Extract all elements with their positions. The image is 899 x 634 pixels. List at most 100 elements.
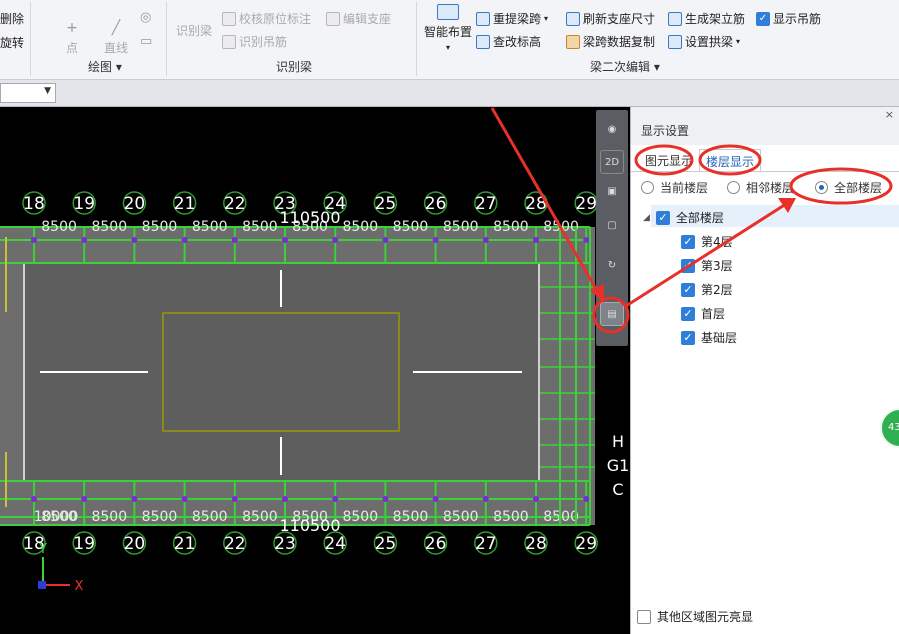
checkbox-checked-icon[interactable]: ✓ (681, 258, 695, 273)
drawing-canvas[interactable]: 18 18 8500 8500 19 19 8500 8500 20 20 8500 8500 21 21… (0, 107, 630, 634)
column-node (583, 237, 590, 243)
left-dimension: 10000 (34, 509, 79, 525)
checkbox-checked-icon[interactable]: ✓ (681, 330, 695, 345)
circle-button[interactable]: ◎ (140, 10, 151, 25)
column-node (432, 496, 439, 502)
rotate-button[interactable]: 旋转 (0, 34, 24, 51)
segment-dimension-bottom: 8500 (443, 509, 479, 525)
segment-dimension-top: 8500 (393, 219, 429, 235)
side-axis-text: C (612, 480, 623, 499)
tree-item-floor3[interactable]: ✓ 第3层 (681, 257, 733, 274)
view-toolbar: ◉ 2D ▣ ▢ ↻ ▤ (596, 110, 628, 346)
check-elevation-button[interactable]: 查改标高 (476, 33, 541, 50)
refresh-support-button[interactable]: 刷新支座尺寸 (566, 10, 655, 27)
axis-label-top: 28 (525, 194, 547, 214)
column-node (181, 496, 188, 502)
radio-current-floor[interactable]: 当前楼层 (641, 179, 708, 196)
tab-element-display[interactable]: 图元显示 (639, 149, 699, 171)
column-node (231, 237, 238, 243)
display-settings-panel: 显示设置 × 图元显示 楼层显示 当前楼层 相邻楼层 全部楼层 ◢ ✓ 全部楼层… (630, 107, 899, 634)
delete-button[interactable]: 删除 (0, 10, 24, 27)
view-cube-icon[interactable]: ▢ (600, 214, 624, 238)
tree-root[interactable]: ◢ ✓ 全部楼层 (643, 209, 724, 226)
panel-title: 显示设置 (641, 124, 690, 138)
tree-item-foundation[interactable]: ✓ 基础层 (681, 329, 737, 346)
line-button[interactable]: ╱ 直线 (104, 20, 128, 56)
close-icon[interactable]: × (885, 108, 894, 121)
side-axis-text: H (612, 432, 624, 451)
radio-selected-icon (815, 181, 828, 194)
radio-all-floors[interactable]: 全部楼层 (815, 179, 882, 196)
span-icon (476, 11, 490, 26)
checkbox-checked-icon[interactable]: ✓ (681, 282, 695, 297)
ribbon-separator (166, 2, 167, 76)
segment-dimension-bottom: 8500 (91, 509, 127, 525)
segment-dimension-bottom: 8500 (192, 509, 228, 525)
axis-label-top: 21 (174, 194, 196, 214)
copy-icon (566, 34, 580, 49)
point-button[interactable]: + 点 (66, 20, 78, 56)
property-bar: ▼ (0, 80, 899, 107)
column-node (282, 237, 288, 243)
column-node (81, 496, 88, 502)
floor-display-button[interactable]: ▤ (600, 302, 624, 326)
recognize-beam-label: 识别梁 (176, 24, 213, 38)
expand-icon[interactable]: ◢ (643, 213, 650, 223)
column-node (81, 237, 88, 243)
checkbox-checked-icon: ✓ (756, 11, 770, 26)
x-axis-label: X (75, 579, 84, 594)
set-arch-button[interactable]: 设置拱梁 ▾ (668, 33, 740, 50)
floor-combo[interactable]: ▼ (0, 83, 56, 103)
ribbon-toolbar: 删除 旋转 + 点 ╱ 直线 ◎ ▭ 绘图 ▾ 识别梁 校核原位标注 编辑支座 … (0, 0, 899, 80)
generate-stirrup-button[interactable]: 生成架立筋 (668, 10, 745, 27)
rect-button[interactable]: ▭ (140, 34, 152, 49)
radio-adjacent-floor[interactable]: 相邻楼层 (727, 179, 794, 196)
hanger-icon (222, 34, 236, 49)
checkbox-checked-icon[interactable]: ✓ (681, 306, 695, 321)
bottom-dimension: 110500 (279, 516, 340, 535)
checkbox-checked-icon[interactable]: ✓ (655, 210, 670, 225)
axis-label-bottom: 26 (425, 534, 447, 554)
other-area-highlight-checkbox[interactable]: 其他区域图元亮显 (637, 608, 753, 625)
column-node (533, 496, 539, 502)
column-node (31, 496, 37, 502)
re-extract-span-button[interactable]: 重提梁跨 ▾ (476, 10, 548, 27)
recognize-hanger-button[interactable]: 识别吊筋 (222, 33, 287, 50)
check-origin-button[interactable]: 校核原位标注 (222, 10, 311, 27)
axis-label-bottom: 19 (73, 534, 95, 554)
orbit-icon[interactable]: ◉ (600, 118, 624, 142)
edit-icon (326, 11, 340, 26)
3d-view-icon[interactable]: ▣ (600, 180, 624, 204)
span-copy-button[interactable]: 梁跨数据复制 (566, 33, 655, 50)
column-node (332, 237, 339, 243)
axis-label-top: 25 (375, 194, 397, 214)
column-node (482, 496, 489, 502)
segment-dimension-bottom: 8500 (543, 509, 579, 525)
checkbox-unchecked-icon (637, 609, 651, 624)
rotate-view-icon[interactable]: ↻ (600, 254, 624, 278)
cad-drawing[interactable]: 1818850085001919850085002020850085002121… (0, 107, 630, 634)
segment-dimension-top: 8500 (242, 219, 278, 235)
column-node (231, 496, 238, 502)
draw-group-label[interactable]: 绘图 ▾ (88, 58, 122, 75)
column-node (131, 496, 138, 502)
tree-item-first-floor[interactable]: ✓ 首层 (681, 305, 725, 322)
chevron-down-icon: ▾ (446, 43, 451, 52)
checkbox-checked-icon[interactable]: ✓ (681, 234, 695, 249)
smart-layout-button[interactable]: 智能布置 ▾ (424, 4, 472, 52)
axis-label-top: 27 (475, 194, 497, 214)
tree-item-floor2[interactable]: ✓ 第2层 (681, 281, 733, 298)
2d-view-button[interactable]: 2D (600, 150, 624, 174)
tree-item-floor4[interactable]: ✓ 第4层 (681, 233, 733, 250)
show-hanger-checkbox[interactable]: ✓ 显示吊筋 (756, 10, 821, 27)
column-node (332, 496, 339, 502)
recognize-beam-button[interactable]: 识别梁 (176, 22, 212, 39)
y-axis-label: Y (38, 542, 47, 557)
tab-floor-display[interactable]: 楼层显示 (699, 149, 762, 171)
secondary-group-label[interactable]: 梁二次编辑 ▾ (590, 58, 660, 75)
floor-scope-radio-group: 当前楼层 相邻楼层 全部楼层 (631, 175, 899, 201)
axis-label-bottom: 27 (475, 534, 497, 554)
radio-icon (727, 181, 740, 194)
axis-label-bottom: 23 (274, 534, 296, 554)
edit-support-button[interactable]: 编辑支座 (326, 10, 391, 27)
